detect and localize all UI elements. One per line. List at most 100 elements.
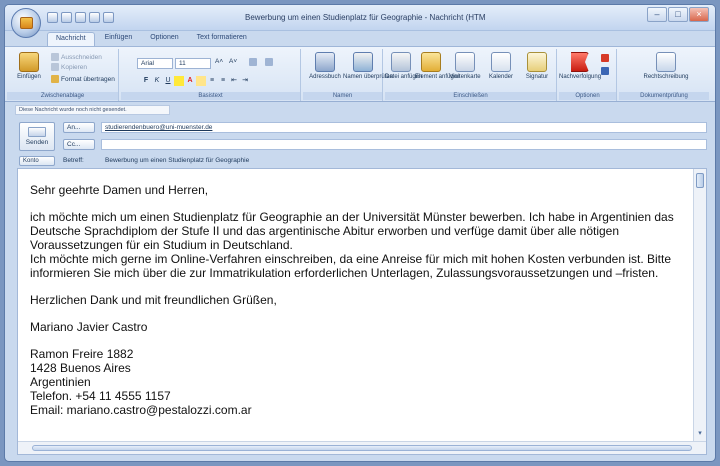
undo-icon[interactable] (61, 12, 72, 23)
copy-label: Kopieren (61, 63, 88, 71)
send-envelope-icon (28, 127, 46, 137)
info-bar: Diese Nachricht wurde noch nicht gesende… (15, 105, 170, 115)
address-book-label: Adressbuch (309, 74, 341, 80)
horizontal-scrollbar[interactable] (18, 441, 706, 454)
calendar-icon (491, 52, 511, 72)
cut-button[interactable]: Ausschneiden (51, 53, 102, 61)
tab-optionen[interactable]: Optionen (142, 32, 186, 46)
attach-item-button[interactable]: Element anfügen (415, 52, 461, 81)
outdent-icon[interactable]: ⇤ (229, 76, 239, 86)
email-line: Email: mariano.castro@pestalozzi.com.ar (30, 403, 252, 417)
business-card-icon (455, 52, 475, 72)
attach-item-label: Element anfügen (415, 74, 461, 80)
brush-icon (51, 75, 59, 83)
message-text[interactable]: Sehr geehrte Damen und Herren, ich möcht… (30, 183, 690, 417)
bullets-button[interactable] (249, 58, 257, 66)
horizontal-scroll-thumb[interactable] (32, 445, 692, 451)
subject-label: Betreff: (63, 157, 84, 164)
calendar-button[interactable]: Kalender (485, 52, 517, 81)
italic-button[interactable]: K (152, 76, 162, 86)
shrink-font-button[interactable]: A˅ (229, 58, 237, 65)
indent-icon[interactable]: ⇥ (240, 76, 250, 86)
group-proofing: Rechtschreibung Dokumentprüfung (619, 49, 709, 101)
arrow-down-importance-icon (601, 67, 609, 75)
numbered-list-icon (265, 58, 273, 66)
signature-icon (527, 52, 547, 72)
arrow-up-icon[interactable] (89, 12, 100, 23)
ribbon-tabs: Nachricht Einfügen Optionen Text formati… (47, 32, 255, 46)
group-label-basic-text: Basistext (121, 92, 300, 100)
bold-button[interactable]: F (141, 76, 151, 86)
group-label-include: Einschließen (385, 92, 556, 100)
to-button[interactable]: An... (63, 122, 95, 133)
check-names-icon (353, 52, 373, 72)
group-include: Datei anfügen Element anfügen Visitenkar… (385, 49, 557, 101)
clipboard-icon (19, 52, 39, 72)
maximize-button[interactable]: □ (668, 7, 688, 22)
scissors-icon (51, 53, 59, 61)
ribbon: Einfügen Ausschneiden Kopieren Format üb… (5, 46, 715, 102)
align-right-icon[interactable]: ≡ (218, 76, 228, 86)
followup-label: Nachverfolgung (559, 74, 602, 80)
font-color-button[interactable]: A (185, 76, 195, 86)
attach-file-button[interactable]: Datei anfügen (385, 52, 422, 81)
paste-button[interactable]: Einfügen (9, 52, 49, 81)
to-field[interactable]: studierendenbuero@uni-muenster.de (101, 122, 707, 133)
importance-high-button[interactable] (601, 54, 609, 62)
vertical-scrollbar[interactable]: ▾ (693, 169, 706, 454)
importance-low-button[interactable] (601, 67, 609, 75)
shrink-font-icon: A˅ (229, 58, 238, 65)
tab-text-formatieren[interactable]: Text formatieren (189, 32, 255, 46)
cc-button[interactable]: Cc... (63, 139, 95, 150)
paste-label: Einfügen (17, 74, 41, 80)
save-icon[interactable] (47, 12, 58, 23)
spelling-button[interactable]: Rechtschreibung (641, 52, 691, 81)
exclamation-icon (601, 54, 609, 62)
format-painter-button[interactable]: Format übertragen (51, 75, 115, 83)
address-line: Ramon Freire 1882 (30, 347, 134, 361)
outlook-compose-window: Bewerbung um einen Studienplatz für Geog… (4, 4, 716, 462)
group-options: Nachverfolgung Optionen (559, 49, 617, 101)
to-recipient[interactable]: studierendenbuero@uni-muenster.de (105, 124, 212, 131)
align-center-icon[interactable]: ≡ (207, 76, 217, 86)
redo-icon[interactable] (75, 12, 86, 23)
grow-font-button[interactable]: A˄ (215, 58, 223, 65)
numbering-button[interactable] (265, 58, 273, 66)
spellcheck-icon (656, 52, 676, 72)
arrow-down-icon[interactable] (103, 12, 114, 23)
copy-button[interactable]: Kopieren (51, 63, 87, 71)
subject-field[interactable]: Bewerbung um einen Studienplatz für Geog… (103, 156, 703, 166)
account-button[interactable]: Konto (19, 156, 55, 166)
closing-line: Herzlichen Dank und mit freundlichen Grü… (30, 293, 277, 307)
send-button[interactable]: Senden (19, 122, 55, 151)
address-book-icon (315, 52, 335, 72)
check-names-button[interactable]: Namen überprüfen (343, 52, 394, 81)
format-buttons: F K U A ≡ ≡ ⇤ ⇥ (141, 76, 250, 86)
signature-label: Signatur (525, 74, 549, 80)
message-body[interactable]: Sehr geehrte Damen und Herren, ich möcht… (17, 168, 707, 455)
quick-access-toolbar (47, 12, 114, 23)
group-label-names: Namen (303, 92, 382, 100)
tab-nachricht[interactable]: Nachricht (47, 32, 95, 46)
cc-field[interactable] (101, 139, 707, 150)
group-label-clipboard: Zwischenablage (7, 92, 118, 100)
address-line: 1428 Buenos Aires (30, 361, 131, 375)
minimize-button[interactable]: – (647, 7, 667, 22)
group-label-proofing: Dokumentprüfung (619, 92, 709, 100)
tab-einfuegen[interactable]: Einfügen (97, 32, 141, 46)
business-card-button[interactable]: Visitenkarte (447, 52, 483, 81)
underline-button[interactable]: U (163, 76, 173, 86)
check-names-label: Namen überprüfen (343, 74, 394, 80)
signature-button[interactable]: Signatur (519, 52, 555, 81)
font-size-select[interactable]: 11 (175, 58, 211, 69)
address-book-button[interactable]: Adressbuch (305, 52, 345, 81)
group-basic-text: Arial 11 A˄ A˅ F K U A ≡ ≡ ⇤ ⇥ Basistext (121, 49, 301, 101)
scroll-down-icon[interactable]: ▾ (696, 430, 704, 438)
align-left-icon[interactable] (196, 76, 206, 86)
followup-button[interactable]: Nachverfolgung (559, 52, 602, 81)
font-name-select[interactable]: Arial (137, 58, 173, 69)
close-button[interactable]: × (689, 7, 709, 22)
scroll-thumb[interactable] (696, 173, 704, 188)
office-button[interactable] (11, 8, 41, 38)
highlight-icon[interactable] (174, 76, 184, 86)
